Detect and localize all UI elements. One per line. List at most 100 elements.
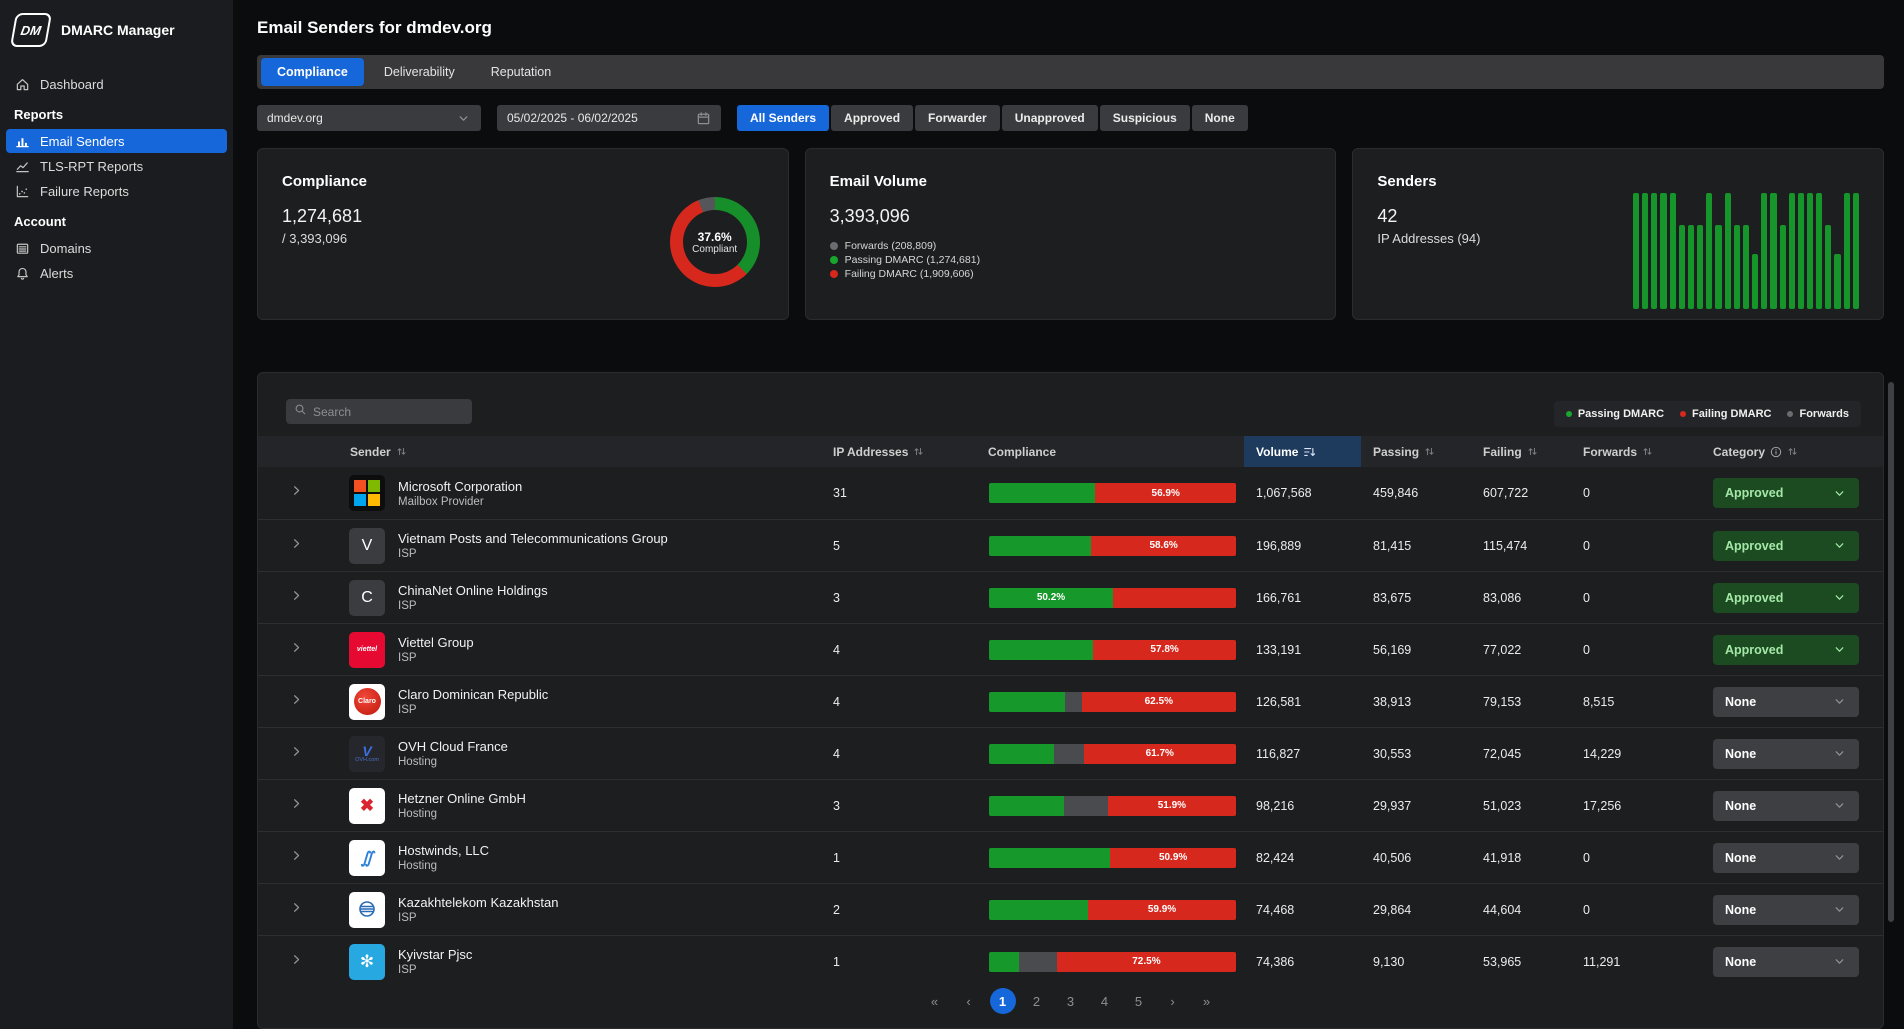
domain-select[interactable]: dmdev.org [257,105,481,131]
pagination-prev[interactable]: ‹ [956,988,982,1014]
table-row[interactable]: Kazakhtelekom KazakhstanISP259.9%74,4682… [258,883,1883,935]
sender-cell: viettelViettel GroupISP [335,632,821,668]
row-expander[interactable] [258,796,335,816]
pagination-page-4[interactable]: 4 [1092,988,1118,1014]
table-row[interactable]: Microsoft CorporationMailbox Provider315… [258,467,1883,519]
column-label: Passing [1373,445,1419,459]
pagination-page-5[interactable]: 5 [1126,988,1152,1014]
summary-cards: Compliance 1,274,681 / 3,393,096 37.6% C… [257,148,1884,320]
category-dropdown[interactable]: None [1713,687,1859,717]
table-row[interactable]: ∬Hostwinds, LLCHosting150.9%82,42440,506… [258,831,1883,883]
row-expander[interactable] [258,536,335,556]
compliance-bar: 50.2% [989,588,1236,608]
row-expander[interactable] [258,900,335,920]
filter-button-none[interactable]: None [1192,105,1248,131]
legend-item: Forwards [1787,408,1849,420]
chevron-down-icon [1832,694,1847,709]
category-dropdown[interactable]: None [1713,791,1859,821]
row-expander[interactable] [258,692,335,712]
senders-bar [1633,193,1639,309]
sender-type: ISP [398,912,558,924]
search-input[interactable] [313,405,464,419]
column-header-failing[interactable]: Failing [1471,436,1571,467]
chevron-right-icon [289,588,304,608]
chevron-right-icon [289,692,304,712]
sender-name: Claro Dominican Republic [398,687,548,702]
sidebar-item-dashboard[interactable]: Dashboard [6,72,227,96]
table-row[interactable]: ClaroClaro Dominican RepublicISP462.5%12… [258,675,1883,727]
senders-bar [1688,225,1694,309]
tab-reputation[interactable]: Reputation [475,58,567,86]
row-expander[interactable] [258,588,335,608]
filter-button-suspicious[interactable]: Suspicious [1100,105,1190,131]
sidebar-item-alerts[interactable]: Alerts [6,261,227,285]
failing-value: 607,722 [1471,486,1571,500]
category-dropdown[interactable]: Approved [1713,583,1859,613]
sort-icon [1642,446,1653,457]
category-dropdown[interactable]: None [1713,739,1859,769]
ip-addresses-value: 2 [821,903,976,917]
category-dropdown[interactable]: Approved [1713,478,1859,508]
category-cell: Approved [1701,583,1883,613]
sidebar-item-tls-rpt-reports[interactable]: TLS-RPT Reports [6,154,227,178]
category-dropdown[interactable]: None [1713,843,1859,873]
sender-cell: CChinaNet Online HoldingsISP [335,580,821,616]
table-row[interactable]: VOVH.comOVH Cloud FranceHosting461.7%116… [258,727,1883,779]
search-box[interactable] [286,399,472,424]
table-row[interactable]: CChinaNet Online HoldingsISP350.2%166,76… [258,571,1883,623]
compliance-percent-label: 50.9% [1159,852,1187,863]
pagination-page-1[interactable]: 1 [990,988,1016,1014]
category-dropdown[interactable]: None [1713,895,1859,925]
filter-row: dmdev.org 05/02/2025 - 06/02/2025 All Se… [257,105,1248,131]
volume-value: 82,424 [1244,851,1361,865]
sidebar-item-domains[interactable]: Domains [6,236,227,260]
failing-value: 51,023 [1471,799,1571,813]
sender-name: Kyivstar Pjsc [398,947,472,962]
pagination-page-3[interactable]: 3 [1058,988,1084,1014]
tab-deliverability[interactable]: Deliverability [368,58,471,86]
filter-button-all-senders[interactable]: All Senders [737,105,829,131]
pagination-last[interactable]: » [1194,988,1220,1014]
pagination-next[interactable]: › [1160,988,1186,1014]
column-header-passing[interactable]: Passing [1361,436,1471,467]
passing-value: 29,864 [1361,903,1471,917]
row-expander[interactable] [258,848,335,868]
column-header-volume[interactable]: Volume [1244,436,1361,467]
category-dropdown[interactable]: Approved [1713,635,1859,665]
date-range-input[interactable]: 05/02/2025 - 06/02/2025 [497,105,721,131]
pagination-first[interactable]: « [922,988,948,1014]
row-expander[interactable] [258,952,335,972]
sender-type: Hosting [398,808,526,820]
forwards-value: 0 [1571,903,1701,917]
sidebar-item-email-senders[interactable]: Email Senders [6,129,227,153]
column-header-forwards[interactable]: Forwards [1571,436,1701,467]
sidebar-item-failure-reports[interactable]: Failure Reports [6,179,227,203]
row-expander[interactable] [258,483,335,503]
sidebar-item-label: TLS-RPT Reports [40,159,143,174]
category-value: None [1725,747,1756,761]
forwards-value: 0 [1571,591,1701,605]
sender-logo-kazakhtelekom [349,892,385,928]
filter-button-forwarder[interactable]: Forwarder [915,105,1000,131]
table-row[interactable]: ✻Kyivstar PjscISP172.5%74,3869,13053,965… [258,935,1883,987]
column-header-sender[interactable]: Sender [335,436,821,467]
column-header-category[interactable]: Category [1701,436,1883,467]
row-expander[interactable] [258,744,335,764]
table-row[interactable]: viettelViettel GroupISP457.8%133,19156,1… [258,623,1883,675]
category-dropdown[interactable]: None [1713,947,1859,977]
filter-button-unapproved[interactable]: Unapproved [1002,105,1098,131]
table-row[interactable]: VVietnam Posts and Telecommunications Gr… [258,519,1883,571]
senders-bar [1743,225,1749,309]
sender-cell: ClaroClaro Dominican RepublicISP [335,684,821,720]
category-dropdown[interactable]: Approved [1713,531,1859,561]
scrollbar-thumb[interactable] [1888,382,1894,922]
pagination-page-2[interactable]: 2 [1024,988,1050,1014]
filter-button-approved[interactable]: Approved [831,105,913,131]
table-row[interactable]: ✖Hetzner Online GmbHHosting351.9%98,2162… [258,779,1883,831]
column-header-compliance[interactable]: Compliance [976,436,1244,467]
sender-cell: ✻Kyivstar PjscISP [335,944,821,980]
forwards-value: 11,291 [1571,955,1701,969]
row-expander[interactable] [258,640,335,660]
tab-compliance[interactable]: Compliance [261,58,364,86]
column-header-ip-addresses[interactable]: IP Addresses [821,436,976,467]
